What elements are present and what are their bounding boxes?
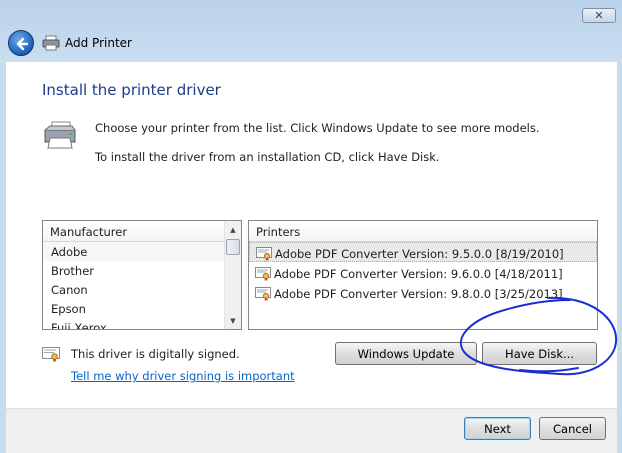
list-item[interactable]: Epson: [43, 299, 241, 318]
manufacturer-scrollbar[interactable]: ▲ ▼: [224, 221, 241, 329]
dialog-content: Install the printer driver Choose your p…: [6, 62, 617, 408]
next-button[interactable]: Next: [464, 417, 531, 440]
scroll-down-icon[interactable]: ▼: [225, 312, 241, 329]
printer-icon: [42, 35, 60, 51]
have-disk-button[interactable]: Have Disk...: [482, 342, 597, 365]
back-arrow-icon: [16, 37, 29, 51]
list-item[interactable]: Brother: [43, 261, 241, 280]
list-item[interactable]: Canon: [43, 280, 241, 299]
close-button[interactable]: ✕: [582, 8, 616, 23]
list-item[interactable]: Adobe: [43, 242, 241, 261]
certificate-icon: [42, 347, 60, 362]
printers-list[interactable]: Printers Adobe PDF Converter Version: 9.…: [248, 220, 598, 330]
scroll-thumb[interactable]: [226, 239, 240, 255]
printer-name: Adobe PDF Converter Version: 9.8.0.0 [3/…: [274, 286, 563, 301]
page-title: Install the printer driver: [42, 81, 221, 99]
manufacturer-list[interactable]: Manufacturer Adobe Brother Canon Epson F…: [42, 220, 242, 330]
list-item[interactable]: Adobe PDF Converter Version: 9.8.0.0 [3/…: [249, 282, 597, 302]
certificate-icon: [255, 286, 271, 301]
back-button[interactable]: [8, 30, 34, 56]
windows-update-button[interactable]: Windows Update: [335, 342, 477, 365]
list-item[interactable]: Adobe PDF Converter Version: 9.6.0.0 [4/…: [249, 262, 597, 282]
window-titlebar: [0, 0, 622, 62]
certificate-icon: [255, 266, 271, 281]
manufacturer-header: Manufacturer: [43, 221, 241, 242]
window-title: Add Printer: [65, 36, 132, 50]
scroll-up-icon[interactable]: ▲: [225, 221, 241, 238]
cancel-button[interactable]: Cancel: [539, 417, 606, 440]
certificate-icon: [256, 246, 272, 261]
printer-icon: [44, 121, 76, 149]
printers-header: Printers: [249, 221, 597, 242]
close-icon: ✕: [594, 9, 604, 22]
dialog-footer: Next Cancel: [6, 408, 617, 453]
list-item[interactable]: Adobe PDF Converter Version: 9.5.0.0 [8/…: [249, 242, 597, 262]
driver-signing-link[interactable]: Tell me why driver signing is important: [71, 369, 295, 383]
instruction-text-cd: To install the driver from an installati…: [95, 150, 440, 164]
list-item[interactable]: Fuji Xerox: [43, 318, 241, 329]
instruction-text: Choose your printer from the list. Click…: [95, 121, 540, 135]
signing-status: This driver is digitally signed.: [71, 347, 240, 361]
printer-name: Adobe PDF Converter Version: 9.6.0.0 [4/…: [274, 266, 563, 281]
printer-name: Adobe PDF Converter Version: 9.5.0.0 [8/…: [275, 246, 564, 261]
